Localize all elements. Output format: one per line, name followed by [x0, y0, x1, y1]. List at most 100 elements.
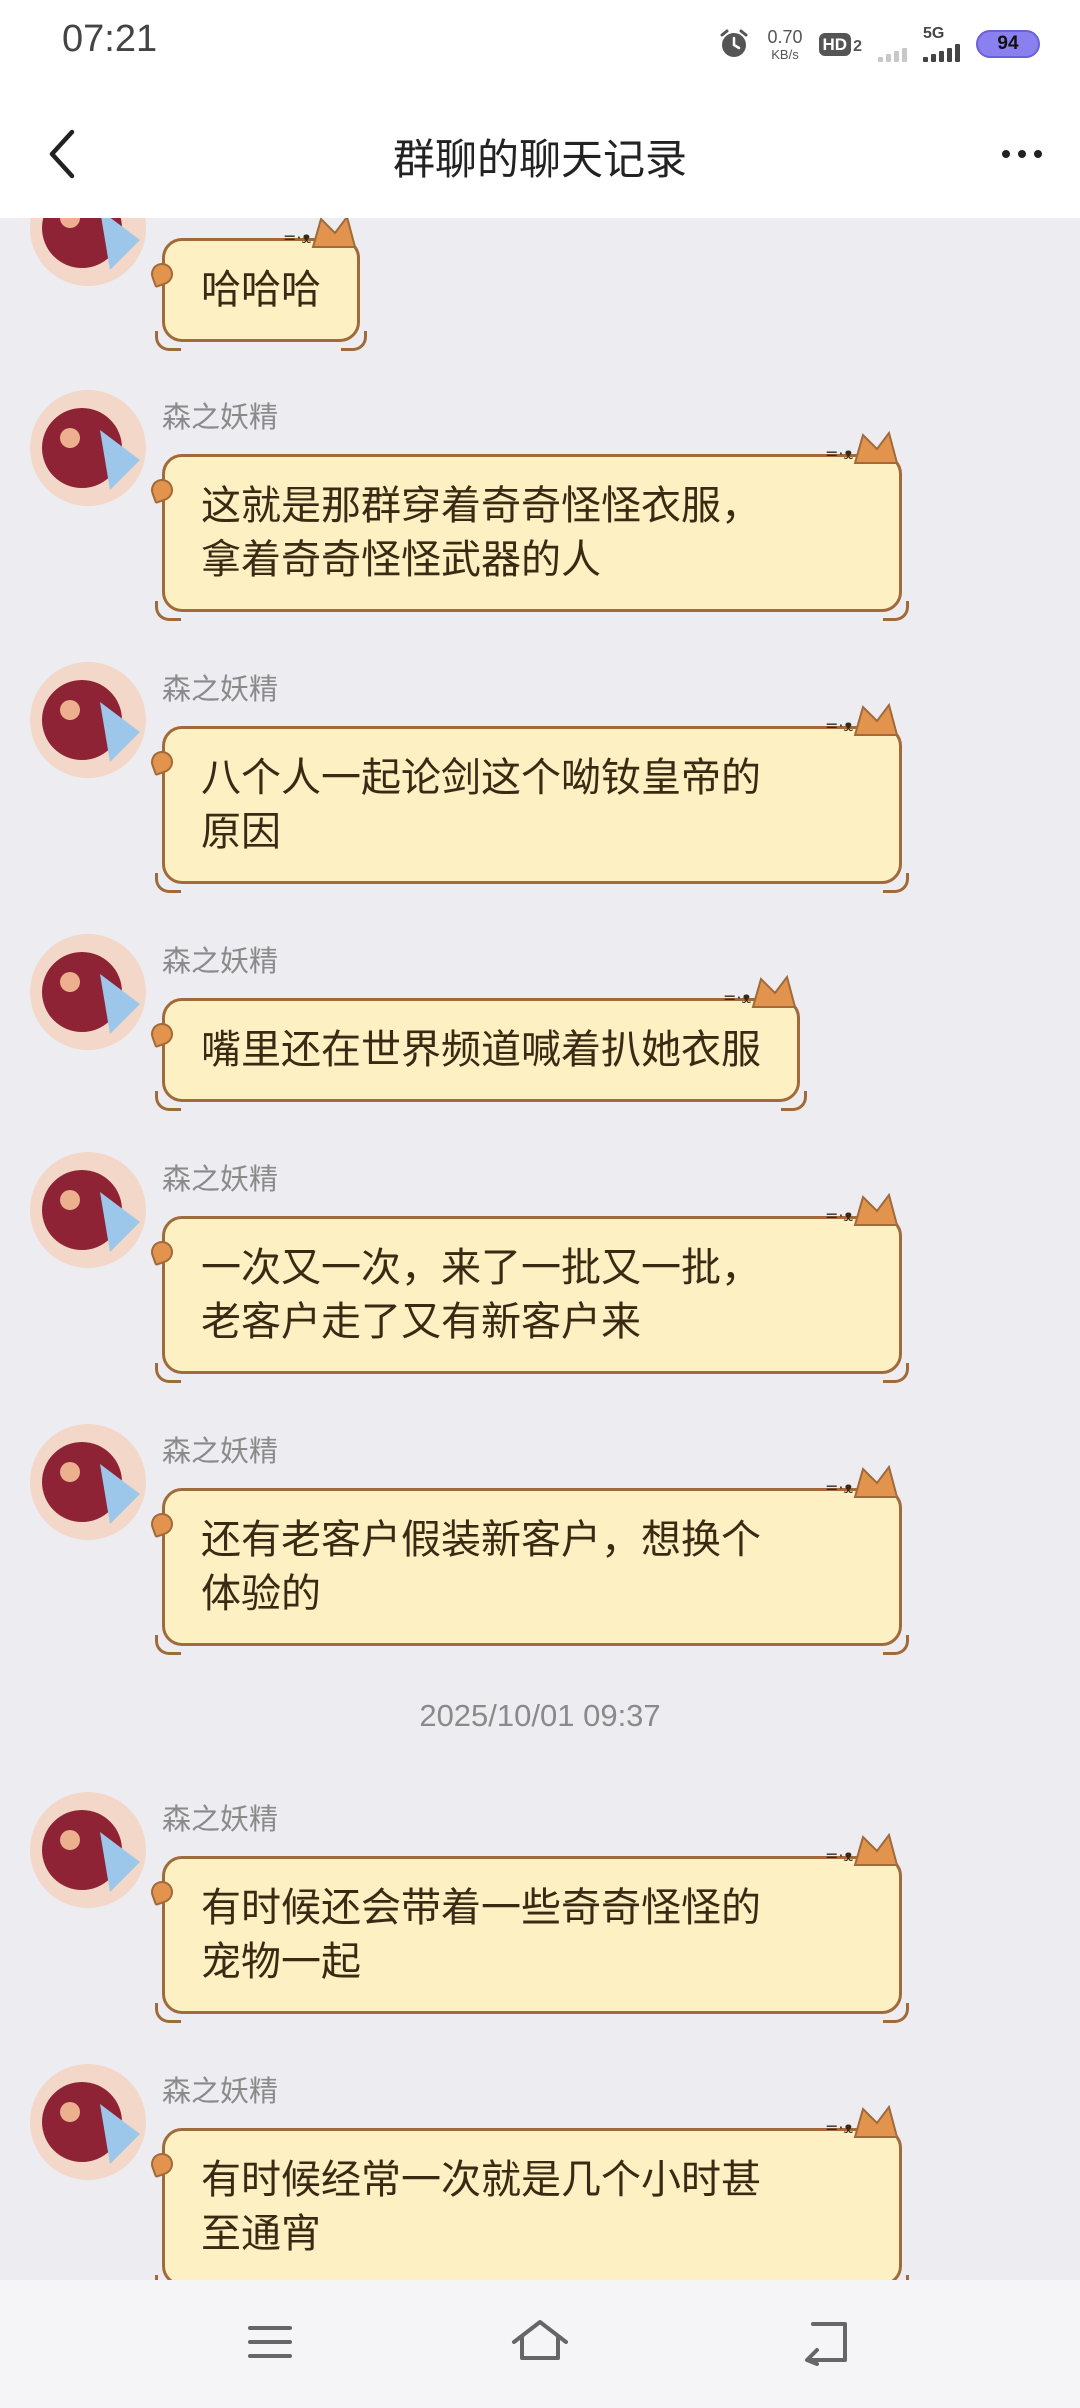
- svg-text:=·ᴥ: =·ᴥ: [825, 1846, 853, 1865]
- menu-icon: [248, 2326, 292, 2358]
- sender-name: 森之妖精: [162, 1162, 279, 1196]
- cat-ears-decoration: =·ᴥ: [825, 430, 899, 464]
- avatar[interactable]: [30, 934, 146, 1050]
- bubble-tail-decoration: [147, 1019, 177, 1049]
- message-bubble[interactable]: =·ᴥ 还有老客户假装新客户，想换个 体验的: [147, 1464, 909, 1655]
- svg-text:=·ᴥ: =·ᴥ: [825, 2118, 853, 2137]
- svg-text:=·ᴥ: =·ᴥ: [825, 1478, 853, 1497]
- message-text-line: 八个人一起论剑这个呦钕皇帝的: [201, 755, 761, 801]
- svg-text:=·ᴥ: =·ᴥ: [825, 716, 853, 735]
- svg-text:=·ᴥ: =·ᴥ: [723, 988, 751, 1007]
- bubble-curl-decoration: [155, 1363, 181, 1383]
- message-bubble[interactable]: =·ᴥ 有时候经常一次就是几个小时甚 至通宵: [147, 2104, 909, 2280]
- bubble-tail-decoration: [147, 2149, 177, 2179]
- bubble-curl-decoration: [155, 1635, 181, 1655]
- status-time: 07:21: [62, 18, 158, 60]
- signal-5g-icon: 5G: [923, 26, 960, 62]
- bubble-tail-decoration: [147, 1509, 177, 1539]
- bubble-curl-decoration: [155, 1091, 181, 1111]
- bubble-curl-decoration: [155, 331, 181, 351]
- cat-ears-decoration: =·ᴥ: [825, 1832, 899, 1866]
- title-bar: 群聊的聊天记录: [0, 92, 1080, 218]
- cat-ears-decoration: =·ᴥ: [825, 702, 899, 736]
- avatar[interactable]: [30, 662, 146, 778]
- bubble-curl-decoration: [155, 2003, 181, 2023]
- hd-label: HD: [818, 32, 852, 56]
- message-text-line: 宠物一起: [201, 1939, 361, 1985]
- network-type: 5G: [923, 25, 945, 42]
- bubble-curl-decoration: [883, 873, 909, 893]
- cat-ears-decoration: =·ᴥ: [825, 2104, 899, 2138]
- network-speed-value: 0.70: [767, 26, 803, 47]
- message-text-line: 至通宵: [201, 2211, 321, 2257]
- status-bar: 07:21 0.70 KB/s HD 2 5G 94: [0, 0, 1080, 92]
- bubble-curl-decoration: [883, 1363, 909, 1383]
- avatar[interactable]: [30, 390, 146, 506]
- cat-ears-decoration: =·ᴥ: [825, 1464, 899, 1498]
- avatar[interactable]: [30, 1792, 146, 1908]
- home-icon: [512, 2320, 568, 2360]
- message-text-line: 有时候还会带着一些奇奇怪怪的: [201, 1885, 761, 1931]
- system-back-button[interactable]: [785, 2310, 865, 2374]
- message-text-line: 拿着奇奇怪怪武器的人: [201, 537, 601, 583]
- bubble-tail-decoration: [147, 475, 177, 505]
- sender-name: 森之妖精: [162, 1802, 279, 1836]
- bubble-curl-decoration: [883, 1635, 909, 1655]
- page-title: 群聊的聊天记录: [392, 135, 687, 184]
- battery-indicator: 94: [976, 30, 1040, 58]
- more-options-button[interactable]: [990, 122, 1054, 186]
- more-dot: [1018, 150, 1026, 158]
- svg-text:=·ᴥ: =·ᴥ: [283, 228, 311, 247]
- message-text-line: 还有老客户假装新客户，想换个: [201, 1517, 761, 1563]
- sender-name: 森之妖精: [162, 400, 279, 434]
- avatar[interactable]: [30, 218, 146, 286]
- avatar[interactable]: [30, 1152, 146, 1268]
- bubble-curl-decoration: [883, 601, 909, 621]
- sender-name: 森之妖精: [162, 944, 279, 978]
- avatar[interactable]: [30, 2064, 146, 2180]
- message-text-line: 体验的: [201, 1571, 321, 1617]
- message-bubble[interactable]: =·ᴥ 一次又一次，来了一批又一批， 老客户走了又有新客户来: [147, 1192, 909, 1383]
- alarm-icon: [717, 27, 751, 61]
- sender-name: 森之妖精: [162, 1434, 279, 1468]
- cat-ears-decoration: =·ᴥ: [825, 1192, 899, 1226]
- message-bubble[interactable]: =·ᴥ 嘴里还在世界频道喊着扒她衣服: [147, 974, 807, 1111]
- message-text-line: 一次又一次，来了一批又一批，: [201, 1245, 761, 1291]
- home-button[interactable]: [500, 2310, 580, 2374]
- more-horizontal-icon: [1002, 150, 1010, 158]
- timestamp-divider: 2025/10/01 09:37: [419, 1698, 661, 1733]
- sender-name: 森之妖精: [162, 2074, 279, 2108]
- bubble-tail-decoration: [147, 259, 177, 289]
- message-text-line: 老客户走了又有新客户来: [201, 1299, 641, 1345]
- back-icon: [805, 2322, 847, 2366]
- hd-voice-icon: HD 2: [818, 32, 862, 56]
- bubble-curl-decoration: [781, 1091, 807, 1111]
- chat-history[interactable]: =·ᴥ 哈哈哈 森之妖精 =·ᴥ 这就是那群穿着奇奇怪怪衣服， 拿着奇奇怪怪武器…: [0, 218, 1080, 2280]
- message-bubble[interactable]: =·ᴥ 这就是那群穿着奇奇怪怪衣服， 拿着奇奇怪怪武器的人: [147, 430, 909, 621]
- cat-ears-decoration: =·ᴥ: [723, 974, 797, 1008]
- signal-sim1-icon: [878, 26, 907, 62]
- message-text-line: 这就是那群穿着奇奇怪怪衣服，: [201, 483, 761, 529]
- svg-text:=·ᴥ: =·ᴥ: [825, 1206, 853, 1225]
- bubble-curl-decoration: [883, 2003, 909, 2023]
- bubble-curl-decoration: [155, 873, 181, 893]
- message-text: 哈哈哈: [201, 267, 321, 313]
- sender-name: 森之妖精: [162, 672, 279, 706]
- hd-sim-number: 2: [853, 37, 862, 55]
- svg-text:=·ᴥ: =·ᴥ: [825, 444, 853, 463]
- message-text: 嘴里还在世界频道喊着扒她衣服: [201, 1027, 761, 1073]
- message-bubble[interactable]: =·ᴥ 有时候还会带着一些奇奇怪怪的 宠物一起: [147, 1832, 909, 2023]
- recent-apps-button[interactable]: [230, 2310, 310, 2374]
- avatar[interactable]: [30, 1424, 146, 1540]
- network-speed: 0.70 KB/s: [767, 28, 802, 61]
- bubble-tail-decoration: [147, 747, 177, 777]
- cat-ears-decoration: =·ᴥ: [283, 218, 357, 248]
- bubble-tail-decoration: [147, 1877, 177, 1907]
- message-text-line: 原因: [201, 809, 281, 855]
- status-icons: 0.70 KB/s HD 2 5G 94: [717, 20, 1040, 68]
- system-navigation-bar: [0, 2280, 1080, 2408]
- message-bubble[interactable]: =·ᴥ 哈哈哈: [147, 218, 367, 351]
- more-dot: [1034, 150, 1042, 158]
- bubble-curl-decoration: [341, 331, 367, 351]
- message-bubble[interactable]: =·ᴥ 八个人一起论剑这个呦钕皇帝的 原因: [147, 702, 909, 893]
